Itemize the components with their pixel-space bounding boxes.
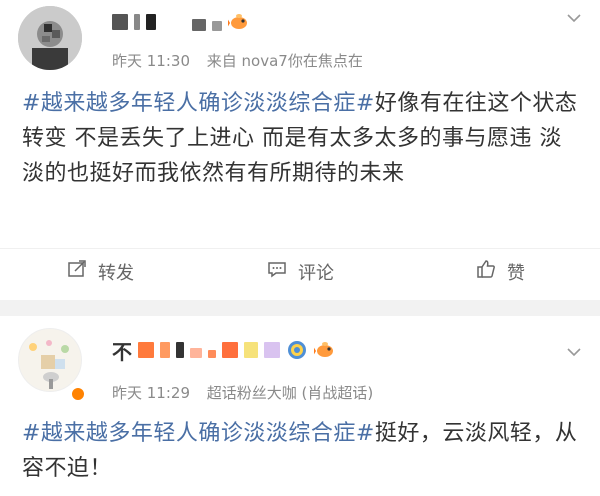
repost-icon	[66, 258, 88, 285]
post-meta: 昨天 11:29 超话粉丝大咖 (肖战超话)	[112, 382, 373, 403]
action-bar: 转发 评论 赞	[0, 248, 600, 294]
verified-icon	[70, 386, 86, 402]
badge-icon	[286, 339, 308, 361]
avatar[interactable]	[18, 6, 82, 70]
like-label: 赞	[507, 262, 525, 284]
comment-button[interactable]: 评论	[200, 249, 400, 294]
fish-emoji-icon	[313, 339, 336, 361]
hashtag-link[interactable]: #越来越多年轻人确诊淡淡综合症#	[22, 421, 375, 446]
post-content: #越来越多年轻人确诊淡淡综合症#挺好，云淡风轻，从容不迫！	[22, 416, 582, 486]
username-redacted[interactable]: 不	[112, 336, 336, 364]
username-prefix: 不	[112, 339, 132, 364]
avatar[interactable]	[18, 328, 82, 392]
username-redacted[interactable]	[112, 8, 250, 36]
like-icon	[475, 258, 497, 285]
repost-label: 转发	[98, 262, 134, 284]
comment-label: 评论	[298, 262, 334, 284]
post-time: 昨天 11:29	[112, 384, 190, 402]
post-meta: 昨天 11:30 来自 nova7你在焦点在	[112, 50, 363, 71]
post-source: 超话粉丝大咖 (肖战超话)	[206, 384, 374, 402]
comment-icon	[266, 258, 288, 285]
post-divider	[0, 300, 600, 316]
weibo-post-2: 不 昨天 11:29 超话粉丝大咖 (肖战超话) #越来越多年轻人确诊淡淡综合症…	[0, 316, 600, 496]
like-button[interactable]: 赞	[400, 249, 600, 294]
post-time: 昨天 11:30	[112, 52, 190, 70]
chevron-down-icon[interactable]	[566, 344, 582, 360]
post-source: 来自 nova7你在焦点在	[206, 52, 363, 70]
post-content: #越来越多年轻人确诊淡淡综合症#好像有在往这个状态转变 不是丢失了上进心 而是有…	[22, 86, 582, 191]
repost-button[interactable]: 转发	[0, 249, 200, 294]
fish-emoji-icon	[227, 11, 250, 33]
hashtag-link[interactable]: #越来越多年轻人确诊淡淡综合症#	[22, 91, 375, 116]
weibo-post-1: 昨天 11:30 来自 nova7你在焦点在 #越来越多年轻人确诊淡淡综合症#好…	[0, 0, 600, 300]
chevron-down-icon[interactable]	[566, 10, 582, 26]
